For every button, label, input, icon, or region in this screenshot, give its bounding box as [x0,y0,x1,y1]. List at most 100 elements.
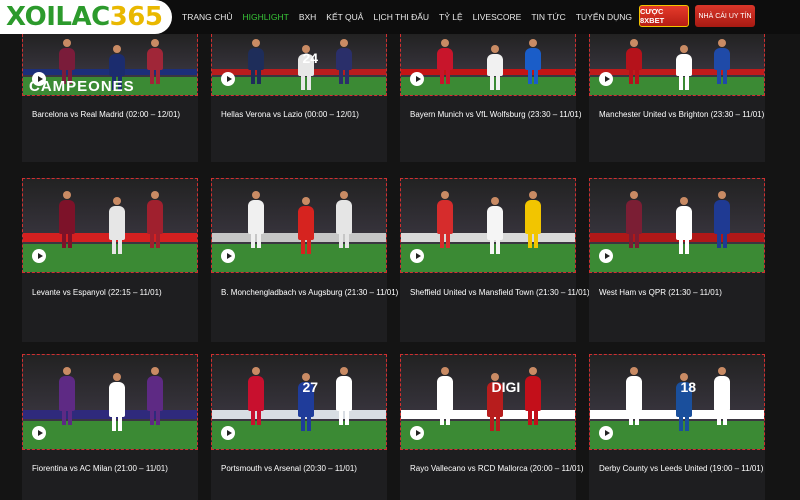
match-thumbnail[interactable] [22,178,198,273]
match-title[interactable]: Manchester United vs Brighton (23:30 – 1… [599,110,764,119]
player-figure [248,367,264,425]
player-figure [626,190,642,249]
match-title[interactable]: Fiorentina vs AC Milan (21:00 – 11/01) [32,464,168,473]
overlay-number: DIGI [491,379,521,396]
match-title[interactable]: Portsmouth vs Arsenal (20:30 – 11/01) [221,464,357,473]
player-figure [487,196,503,255]
nav-item-trang-chu[interactable]: TRANG CHỦ [182,12,233,22]
site-header: XOILAC365 TRANG CHỦ HIGHLIGHT BXH KẾT QU… [0,0,800,34]
play-icon[interactable] [599,249,613,263]
match-thumbnail[interactable]: CAMPEONES [22,34,198,96]
match-card[interactable]: 18 Derby County vs Leeds United (19:00 – … [589,354,765,500]
match-thumbnail[interactable]: 24 [211,34,387,96]
match-card[interactable]: DIGI Rayo Vallecano vs RCD Mallorca (20:0… [400,354,584,500]
nav-item-tin-tuc[interactable]: TIN TỨC [531,12,566,22]
player-figure [626,367,642,425]
main-nav: TRANG CHỦ HIGHLIGHT BXH KẾT QUẢ LỊCH THI… [182,0,632,34]
match-title[interactable]: Barcelona vs Real Madrid (02:00 – 12/01) [32,110,180,119]
nav-item-lich-thi-dau[interactable]: LỊCH THI ĐẤU [373,12,429,22]
nav-item-ket-qua[interactable]: KẾT QUẢ [326,12,363,22]
play-icon[interactable] [599,72,613,86]
logo-text-365: 365 [109,2,163,32]
nav-item-bxh[interactable]: BXH [299,12,316,22]
bet-button[interactable]: CƯỢC 8XBET [639,5,689,27]
match-thumbnail[interactable] [400,178,576,273]
match-thumbnail[interactable]: DIGI [400,354,576,450]
player-figure [676,196,692,255]
match-card[interactable]: Bayern Munich vs VfL Wolfsburg (23:30 – … [400,34,582,162]
match-card[interactable]: 27 Portsmouth vs Arsenal (20:30 – 11/01) [211,354,387,500]
match-thumbnail[interactable] [211,178,387,273]
player-figure [336,190,352,249]
play-icon[interactable] [410,72,424,86]
match-card[interactable]: West Ham vs QPR (21:30 – 11/01) [589,178,765,342]
play-icon[interactable] [599,426,613,440]
player-figure [626,38,642,85]
overlay-number: 18 [680,379,697,396]
nav-item-tuyen-dung[interactable]: TUYỂN DỤNG [576,12,632,22]
match-title[interactable]: B. Monchengladbach vs Augsburg (21:30 – … [221,288,398,297]
player-figure [147,38,163,85]
nav-item-highlight[interactable]: HIGHLIGHT [243,12,289,22]
player-figure [109,373,125,431]
player-figure [676,44,692,91]
player-figure [437,367,453,425]
logo-text-xoilac: XOILAC [6,2,110,32]
player-figure [525,38,541,85]
nav-item-livescore[interactable]: LIVESCORE [473,12,522,22]
play-icon[interactable] [32,426,46,440]
play-icon[interactable] [221,249,235,263]
match-card[interactable]: B. Monchengladbach vs Augsburg (21:30 – … [211,178,398,342]
player-figure [525,367,541,425]
player-figure [59,367,75,425]
player-figure [248,38,264,85]
match-title[interactable]: West Ham vs QPR (21:30 – 11/01) [599,288,722,297]
player-figure [109,44,125,91]
nha-cai-button[interactable]: NHÀ CÁI UY TÍN [695,5,755,27]
player-figure [487,44,503,91]
match-thumbnail[interactable] [589,178,765,273]
match-thumbnail[interactable]: 27 [211,354,387,450]
player-figure [437,190,453,249]
player-figure [248,190,264,249]
match-title[interactable]: Rayo Vallecano vs RCD Mallorca (20:00 – … [410,464,584,473]
play-icon[interactable] [221,426,235,440]
overlay-number: 24 [302,49,319,66]
player-figure [336,38,352,85]
play-icon[interactable] [32,249,46,263]
player-figure [437,38,453,85]
player-figure [109,196,125,255]
player-figure [59,38,75,85]
player-figure [336,367,352,425]
match-card[interactable]: Sheffield United vs Mansfield Town (21:3… [400,178,590,342]
player-figure [714,190,730,249]
player-figure [298,196,314,255]
player-figure [147,190,163,249]
match-card[interactable]: Levante vs Espanyol (22:15 – 11/01) [22,178,198,342]
player-figure [147,367,163,425]
match-thumbnail[interactable]: 18 [589,354,765,450]
match-card[interactable]: Fiorentina vs AC Milan (21:00 – 11/01) [22,354,198,500]
site-logo[interactable]: XOILAC365 [0,0,172,34]
match-title[interactable]: Sheffield United vs Mansfield Town (21:3… [410,288,590,297]
match-card[interactable]: 24 Hellas Verona vs Lazio (00:00 – 12/01) [211,34,387,162]
play-icon[interactable] [221,72,235,86]
match-title[interactable]: Levante vs Espanyol (22:15 – 11/01) [32,288,162,297]
play-icon[interactable] [410,249,424,263]
play-icon[interactable] [32,72,46,86]
play-icon[interactable] [410,426,424,440]
match-thumbnail[interactable] [589,34,765,96]
match-thumbnail[interactable] [400,34,576,96]
match-thumbnail[interactable] [22,354,198,450]
match-card[interactable]: Manchester United vs Brighton (23:30 – 1… [589,34,765,162]
player-figure [714,38,730,85]
overlay-number: 27 [302,379,319,396]
match-title[interactable]: Derby County vs Leeds United (19:00 – 11… [599,464,763,473]
match-card[interactable]: CAMPEONES Barcelona vs Real Madrid (02:00… [22,34,198,162]
match-title[interactable]: Bayern Munich vs VfL Wolfsburg (23:30 – … [410,110,582,119]
nav-item-ty-le[interactable]: TỶ LỆ [439,12,463,22]
player-figure [525,190,541,249]
player-figure [59,190,75,249]
player-figure [714,367,730,425]
match-title[interactable]: Hellas Verona vs Lazio (00:00 – 12/01) [221,110,359,119]
